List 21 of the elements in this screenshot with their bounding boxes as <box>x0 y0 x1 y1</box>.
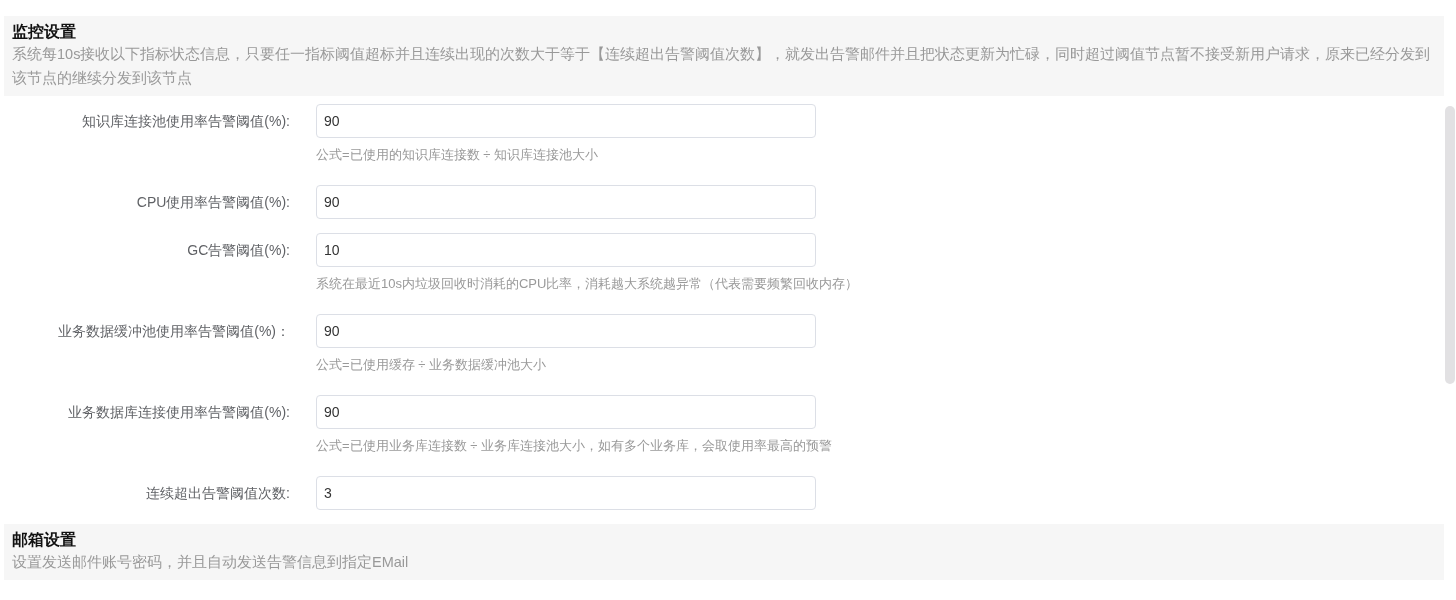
field-label: 业务数据库连接使用率告警阈值(%): <box>67 403 290 422</box>
section-title: 邮箱设置 <box>12 530 77 550</box>
hint-text: 公式=已使用的知识库连接数 ÷ 知识库连接池大小 <box>316 146 599 164</box>
field-label: GC告警阈值(%): <box>186 241 290 260</box>
section-title: 监控设置 <box>12 22 77 42</box>
input-field[interactable]: 90 <box>316 395 816 429</box>
input-field[interactable]: 90 <box>316 185 816 219</box>
input-field[interactable]: 90 <box>316 314 816 348</box>
field-label: 知识库连接池使用率告警阈值(%): <box>81 112 290 131</box>
hint-text: 公式=已使用缓存 ÷ 业务数据缓冲池大小 <box>316 356 547 374</box>
hint-text: 公式=已使用业务库连接数 ÷ 业务库连接池大小，如有多个业务库，会取使用率最高的预警 <box>316 437 832 455</box>
input-field[interactable]: 3 <box>316 476 816 510</box>
field-label: 业务数据缓冲池使用率告警阈值(%)： <box>57 322 290 341</box>
input-field[interactable]: 90 <box>316 104 816 138</box>
input-field[interactable]: 10 <box>316 233 816 267</box>
field-label: CPU使用率告警阈值(%): <box>135 193 290 212</box>
section-description: 系统每10s接收以下指标状态信息，只要任一指标阈值超标并且连续出现的次数大于等于【连续超出告警阈值次数】，就发出告警邮件并且把状态更新为忙碌，同时超过阈值节点暂不接受新用户请求，原来已经分发到该节点的继续分发到该节点 <box>12 45 1432 88</box>
field-label: 连续超出告警阈值次数: <box>145 484 290 503</box>
section-description: 设置发送邮件账号密码，并且自动发送告警信息到指定EMail <box>12 553 410 572</box>
scrollbar[interactable] <box>1445 106 1455 384</box>
hint-text: 系统在最近10s内垃圾回收时消耗的CPU比率，消耗越大系统越异常（代表需要频繁回收内存） <box>316 275 859 293</box>
